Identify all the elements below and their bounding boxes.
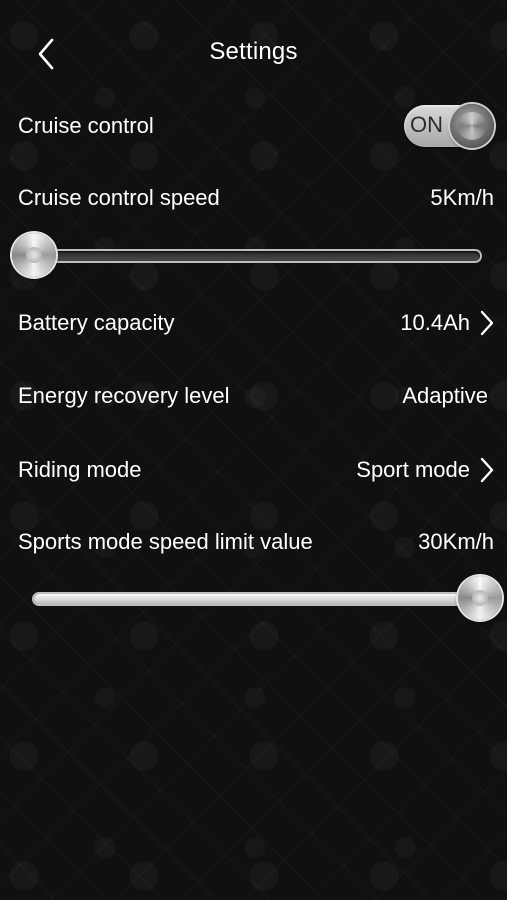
slider-track (34, 594, 480, 604)
slider-fill (34, 594, 480, 604)
sports-limit-row: Sports mode speed limit value 30Km/h (18, 522, 494, 562)
cruise-speed-slider[interactable] (12, 231, 500, 281)
cruise-speed-value: 5Km/h (430, 185, 494, 210)
energy-recovery-row[interactable]: Energy recovery level Adaptive (18, 376, 494, 416)
cruise-control-label: Cruise control (18, 113, 154, 138)
page-title: Settings (209, 38, 298, 65)
riding-mode-row[interactable]: Riding mode Sport mode (18, 450, 494, 490)
battery-capacity-label: Battery capacity (18, 310, 175, 335)
energy-recovery-value: Adaptive (402, 383, 488, 408)
header: Settings (0, 0, 507, 110)
toggle-knob (450, 104, 494, 148)
slider-track (34, 251, 480, 261)
chevron-right-icon (480, 310, 494, 336)
chevron-right-icon (480, 457, 494, 483)
riding-mode-value-group: Sport mode (356, 457, 494, 483)
sports-limit-slider[interactable] (14, 574, 502, 624)
battery-capacity-value: 10.4Ah (400, 310, 470, 335)
battery-capacity-value-group: 10.4Ah (400, 310, 494, 336)
energy-recovery-label: Energy recovery level (18, 383, 230, 408)
cruise-control-toggle[interactable]: ON (404, 102, 494, 150)
battery-capacity-row[interactable]: Battery capacity 10.4Ah (18, 303, 494, 343)
toggle-state-text: ON (410, 112, 443, 137)
riding-mode-label: Riding mode (18, 457, 142, 482)
cruise-speed-label: Cruise control speed (18, 185, 220, 210)
cruise-control-row: Cruise control ON (18, 104, 494, 148)
slider-thumb[interactable] (12, 233, 56, 277)
slider-thumb[interactable] (458, 576, 502, 620)
sports-limit-label: Sports mode speed limit value (18, 529, 313, 554)
riding-mode-value: Sport mode (356, 457, 470, 482)
cruise-speed-row: Cruise control speed 5Km/h (18, 178, 494, 218)
sports-limit-value: 30Km/h (418, 529, 494, 554)
